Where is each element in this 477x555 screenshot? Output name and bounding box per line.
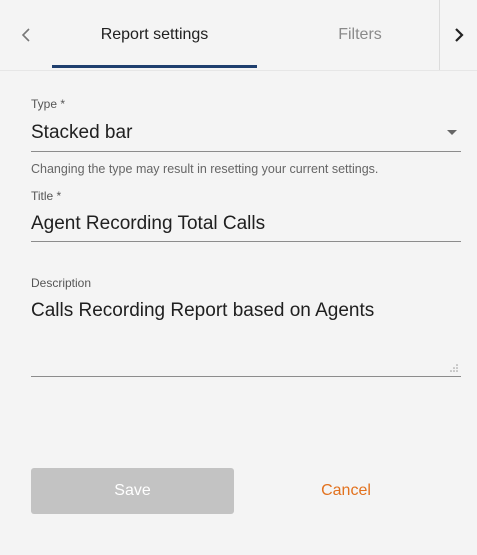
tab-filters-label: Filters	[338, 26, 382, 43]
active-tab-indicator	[52, 65, 257, 68]
tab-report-settings-label: Report settings	[100, 26, 209, 43]
tab-bar: Report settings Filters	[0, 0, 477, 71]
tab-report-settings[interactable]: Report settings	[52, 0, 257, 70]
type-select[interactable]: Stacked bar	[31, 122, 451, 144]
description-field-label: Description	[31, 276, 92, 290]
title-field-underline	[31, 241, 461, 242]
save-button-label: Save	[114, 482, 151, 499]
type-helper-text: Changing the type may result in resettin…	[31, 162, 379, 176]
cancel-button[interactable]: Cancel	[278, 468, 414, 514]
tab-filters[interactable]: Filters	[300, 0, 420, 70]
title-input[interactable]: Agent Recording Total Calls	[31, 213, 461, 235]
save-button[interactable]: Save	[31, 468, 234, 514]
chevron-left-icon	[21, 28, 30, 42]
tab-scroll-right-button[interactable]	[439, 0, 477, 70]
title-field-label: Title *	[31, 189, 62, 203]
description-field-underline	[31, 376, 461, 377]
resize-handle-icon[interactable]	[449, 360, 459, 372]
chevron-right-icon	[454, 28, 464, 42]
cancel-button-label: Cancel	[321, 482, 371, 499]
tab-scroll-left-button[interactable]	[12, 20, 40, 50]
type-field-label: Type *	[31, 97, 66, 111]
caret-down-icon[interactable]	[447, 130, 457, 135]
description-textarea[interactable]: Calls Recording Report based on Agents	[31, 300, 461, 370]
type-field-underline	[31, 151, 461, 152]
